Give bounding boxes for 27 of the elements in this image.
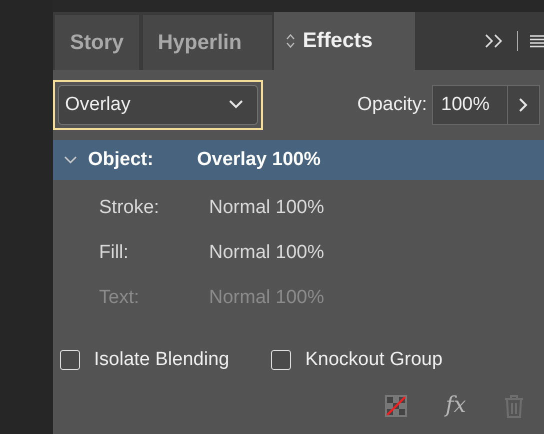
layer-value: Normal 100%: [209, 196, 324, 218]
layer-row[interactable]: Fill: Normal 100%: [53, 230, 544, 275]
blend-mode-dropdown[interactable]: Overlay: [53, 80, 263, 130]
panel-tab[interactable]: Hyperlin: [142, 15, 272, 70]
checkbox[interactable]: [271, 350, 292, 370]
layer-label: Stroke:: [98, 196, 160, 218]
more-panels-icon[interactable]: [485, 34, 505, 48]
layer-label: Fill:: [98, 242, 130, 264]
layer-row[interactable]: Object: Overlay 100%: [53, 140, 544, 180]
layer-value: Overlay 100%: [197, 149, 321, 171]
layer-label: Object:: [88, 149, 154, 171]
chevron-right-icon: [519, 98, 528, 112]
opacity-field[interactable]: 100%: [432, 84, 508, 124]
layer-value: Normal 100%: [209, 242, 324, 264]
chevron-down-icon[interactable]: [64, 156, 77, 164]
panel-tab[interactable]: Story: [55, 15, 139, 70]
checkbox[interactable]: [60, 350, 80, 370]
layer-row[interactable]: Stroke: Normal 100%: [53, 185, 544, 230]
fx-button[interactable]: fx: [445, 393, 466, 418]
menu-icon[interactable]: [530, 34, 544, 48]
panel-tab[interactable]: Effects: [274, 12, 415, 70]
chevron-down-icon: [229, 100, 243, 109]
opacity-label: Opacity:: [357, 94, 427, 116]
checkbox-label: Isolate Blending: [94, 349, 230, 371]
checkbox-label: Knockout Group: [305, 349, 443, 371]
opacity-stepper-button[interactable]: [508, 84, 540, 124]
sort-arrows-icon: [286, 34, 295, 48]
